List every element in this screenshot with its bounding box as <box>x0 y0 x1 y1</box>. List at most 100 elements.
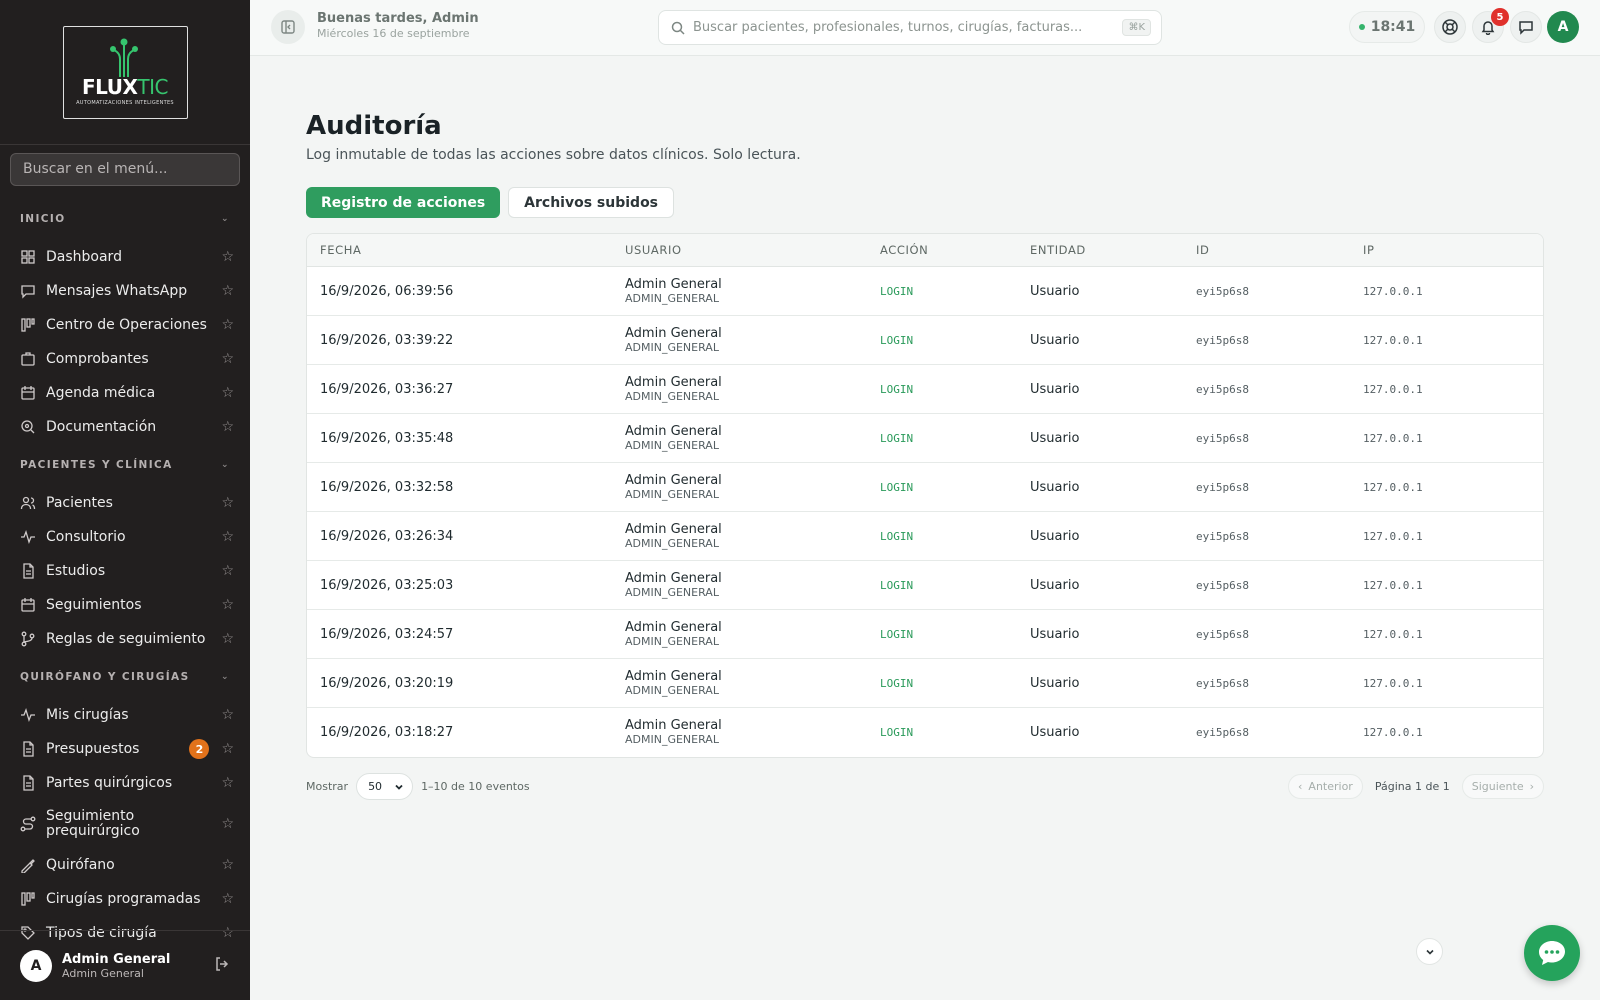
cell-fecha: 16/9/2026, 03:36:27 <box>320 381 454 397</box>
user-avatar[interactable]: A <box>20 949 52 982</box>
column-header-id[interactable]: ID <box>1196 243 1363 257</box>
table-row[interactable]: 16/9/2026, 03:24:57 Admin General ADMIN_GE… <box>307 610 1543 659</box>
sidebar-item-estudios[interactable]: Estudios ☆ <box>0 554 250 588</box>
user-name-text: Admin General <box>625 276 722 292</box>
file-icon <box>23 775 34 791</box>
user-role: Admin General <box>62 966 144 980</box>
cell-ip: 127.0.0.1 <box>1363 578 1423 592</box>
sidebar-item-label: Estudios <box>46 562 106 579</box>
sidebar-item-presupuestos[interactable]: Presupuestos 2 ☆ <box>0 732 250 766</box>
cell-usuario: Admin General ADMIN_GENERAL <box>625 669 880 697</box>
sidebar-item-label: Mis cirugías <box>46 706 129 723</box>
menu-search-input[interactable]: Buscar en el menú... <box>10 153 240 186</box>
table-row[interactable]: 16/9/2026, 03:39:22 Admin General ADMIN_GE… <box>307 316 1543 365</box>
table-row[interactable]: 16/9/2026, 03:35:48 Admin General ADMIN_GE… <box>307 414 1543 463</box>
star-icon[interactable]: ☆ <box>221 816 234 832</box>
sidebar-item-pacientes[interactable]: Pacientes ☆ <box>0 486 250 520</box>
sidebar-item-quirofano[interactable]: Quirófano ☆ <box>0 848 250 882</box>
lifebuoy-icon <box>1442 19 1458 35</box>
cell-accion: LOGIN <box>880 480 914 494</box>
scroll-down-button[interactable] <box>1416 938 1443 965</box>
table-row[interactable]: 16/9/2026, 06:39:56 Admin General ADMIN_GE… <box>307 267 1543 316</box>
table-row[interactable]: 16/9/2026, 03:18:27 Admin General ADMIN_GE… <box>307 708 1543 757</box>
activity-icon <box>21 708 35 722</box>
sidebar-item-reglas-de-seguimiento[interactable]: Reglas de seguimiento ☆ <box>0 622 250 656</box>
cell-usuario: Admin General ADMIN_GENERAL <box>625 522 880 550</box>
table-row[interactable]: 16/9/2026, 03:25:03 Admin General ADMIN_GE… <box>307 561 1543 610</box>
greeting: Buenas tardes, Admin Miércoles 16 de sep… <box>317 11 479 40</box>
star-icon[interactable]: ☆ <box>221 597 234 613</box>
table-row[interactable]: 16/9/2026, 03:36:27 Admin General ADMIN_GE… <box>307 365 1543 414</box>
tab-registro-de-acciones[interactable]: Registro de acciones <box>306 187 501 218</box>
star-icon[interactable]: ☆ <box>221 385 234 401</box>
column-header-fecha[interactable]: FECHA <box>307 243 625 257</box>
cell-entidad: Usuario <box>1030 577 1080 593</box>
greeting-text: Buenas tardes, Admin <box>317 11 479 26</box>
cell-id: eyi5p6s8 <box>1196 676 1249 690</box>
table-row[interactable]: 16/9/2026, 03:32:58 Admin General ADMIN_GE… <box>307 463 1543 512</box>
message-icon <box>21 285 35 299</box>
sidebar-item-centro-de-operaciones[interactable]: Centro de Operaciones ☆ <box>0 308 250 342</box>
grid-icon <box>21 250 35 264</box>
sidebar-item-mensajes-whatsapp[interactable]: Mensajes WhatsApp ☆ <box>0 274 250 308</box>
sidebar-toggle-button[interactable] <box>271 10 305 44</box>
profile-avatar[interactable]: A <box>1547 11 1579 43</box>
sidebar-item-dashboard[interactable]: Dashboard ☆ <box>0 240 250 274</box>
tab-archivos-subidos[interactable]: Archivos subidos <box>508 187 675 218</box>
star-icon[interactable]: ☆ <box>221 419 234 435</box>
chevron-left-icon: ‹ <box>1298 780 1303 793</box>
cell-id: eyi5p6s8 <box>1196 578 1249 592</box>
star-icon[interactable]: ☆ <box>221 775 234 791</box>
table-body: 16/9/2026, 06:39:56 Admin General ADMIN_GE… <box>307 267 1543 757</box>
sidebar-item-seguimiento-prequirurgico[interactable]: Seguimiento prequirúrgico ☆ <box>0 800 250 848</box>
cell-id: eyi5p6s8 <box>1196 333 1249 347</box>
brand-logo[interactable]: FLUXTIC AUTOMATIZACIONES INTELIGENTES <box>62 25 188 119</box>
messages-button[interactable] <box>1510 11 1542 43</box>
star-icon[interactable]: ☆ <box>221 857 234 873</box>
sidebar-item-partes-quirurgicos[interactable]: Partes quirúrgicos ☆ <box>0 766 250 800</box>
star-icon[interactable]: ☆ <box>221 249 234 265</box>
column-header-entidad[interactable]: ENTIDAD <box>1030 243 1196 257</box>
cell-id: eyi5p6s8 <box>1196 529 1249 543</box>
star-icon[interactable]: ☆ <box>221 707 234 723</box>
star-icon[interactable]: ☆ <box>221 317 234 333</box>
sidebar-item-seguimientos[interactable]: Seguimientos ☆ <box>0 588 250 622</box>
global-search-input[interactable]: Buscar pacientes, profesionales, turnos,… <box>658 10 1162 45</box>
star-icon[interactable]: ☆ <box>221 529 234 545</box>
column-header-ip[interactable]: IP <box>1363 243 1543 257</box>
results-range: 1–10 de 10 eventos <box>421 780 530 793</box>
sidebar-item-cirugias-programadas[interactable]: Cirugías programadas ☆ <box>0 882 250 916</box>
cell-ip: 127.0.0.1 <box>1363 431 1423 445</box>
previous-page-button[interactable]: ‹ Anterior <box>1288 774 1363 799</box>
star-icon[interactable]: ☆ <box>221 631 234 647</box>
logout-icon[interactable] <box>214 956 230 976</box>
column-header-usuario[interactable]: USUARIO <box>625 243 880 257</box>
column-header-accion[interactable]: ACCIÓN <box>880 243 1030 257</box>
star-icon[interactable]: ☆ <box>221 741 234 757</box>
chat-fab-button[interactable] <box>1524 925 1580 981</box>
notifications-button[interactable]: 5 <box>1472 8 1509 43</box>
table-row[interactable]: 16/9/2026, 03:20:19 Admin General ADMIN_GE… <box>307 659 1543 708</box>
star-icon[interactable]: ☆ <box>221 891 234 907</box>
nav-section-header[interactable]: INICIO ⌄ <box>0 198 250 240</box>
star-icon[interactable]: ☆ <box>221 563 234 579</box>
sidebar-item-consultorio[interactable]: Consultorio ☆ <box>0 520 250 554</box>
page-size-select[interactable]: 50 <box>356 773 414 800</box>
cell-id: eyi5p6s8 <box>1196 726 1249 739</box>
sidebar-item-documentacion[interactable]: Documentación ☆ <box>0 410 250 444</box>
sidebar-item-mis-cirugias[interactable]: Mis cirugías ☆ <box>0 698 250 732</box>
star-icon[interactable]: ☆ <box>221 351 234 367</box>
star-icon[interactable]: ☆ <box>221 495 234 511</box>
kanban-icon <box>21 318 35 332</box>
cell-ip: 127.0.0.1 <box>1363 382 1423 396</box>
table-row[interactable]: 16/9/2026, 03:26:34 Admin General ADMIN_GE… <box>307 512 1543 561</box>
help-button[interactable] <box>1434 11 1466 43</box>
nav-section-title: QUIRÓFANO Y CIRUGÍAS <box>20 671 190 683</box>
next-page-button[interactable]: Siguiente › <box>1461 774 1544 799</box>
sidebar-item-agenda-medica[interactable]: Agenda médica ☆ <box>0 376 250 410</box>
sidebar-item-label: Consultorio <box>46 528 126 545</box>
star-icon[interactable]: ☆ <box>221 283 234 299</box>
nav-section-header[interactable]: PACIENTES Y CLÍNICA ⌄ <box>0 444 250 486</box>
nav-section-header[interactable]: QUIRÓFANO Y CIRUGÍAS ⌄ <box>0 656 250 698</box>
sidebar-item-comprobantes[interactable]: Comprobantes ☆ <box>0 342 250 376</box>
